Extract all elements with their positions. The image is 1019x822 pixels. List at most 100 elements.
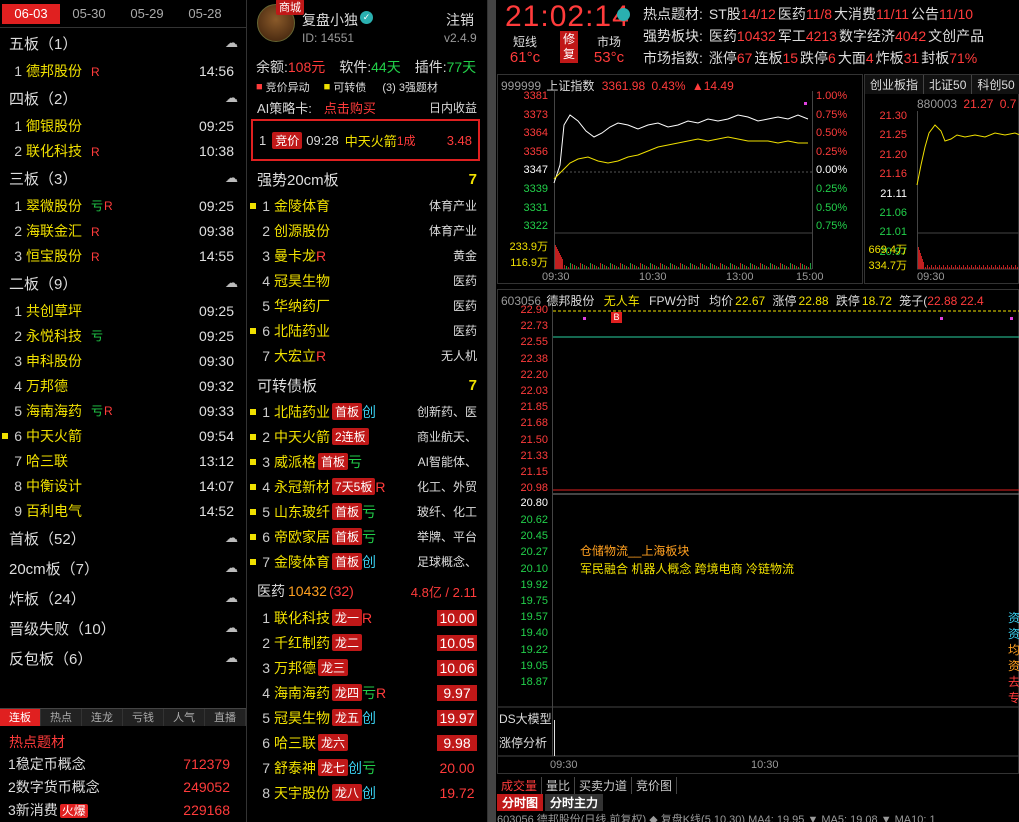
stock-category: 举牌、平台 [416,530,477,544]
left-tab-5[interactable]: 直播 [205,709,246,726]
list-item[interactable]: 5 山东玻纤 首板亏玻纤、化工 [248,499,487,524]
list-item[interactable]: 3 威派格 首板亏 AI智能体、 [248,449,487,474]
cloud-icon[interactable]: ☁ [225,90,238,106]
list-item[interactable]: 1 共创草坪 09:25 [0,298,246,323]
chart-mode-tab-1[interactable]: 分时主力 [545,794,604,811]
cloud-icon[interactable]: ☁ [225,170,238,186]
indicator-tab-2[interactable]: 买卖力道 [575,776,633,794]
cloud-icon[interactable]: ☁ [225,560,238,576]
date-tab-0603[interactable]: 06-03 [2,3,60,24]
list-item[interactable]: 8 中衡设计 14:07 [0,473,246,498]
list-item[interactable]: 9 百利电气 14:52 [0,498,246,523]
list-item[interactable]: 1 金陵体育 体育产业 [248,193,487,218]
cloud-icon[interactable]: ☁ [225,590,238,606]
y-label: 21.11 [880,187,907,200]
ai-buy-link[interactable]: 点击购买 [324,98,376,117]
list-item[interactable]: 6 北陆药业 医药 [248,318,487,343]
limit-analysis-button[interactable]: 涨停分析 [499,734,548,751]
ds-model-button[interactable]: DS大模型 [499,710,552,727]
list-item[interactable]: 3 恒宝股份 R 14:55 [0,243,246,268]
volume-bar [941,267,942,269]
info-label: 强势板块: [643,28,703,44]
chart-mode-tab-0[interactable]: 分时图 [497,794,544,811]
group-header[interactable]: 二板（9） ☁ [0,268,246,298]
left-tab-0[interactable]: 连板 [0,709,41,726]
list-item[interactable]: 2 中天火箭 2连板 商业航天、 [248,424,487,449]
group-header[interactable]: 五板（1） ☁ [0,28,246,58]
list-item[interactable]: 6 中天火箭 09:54 [0,423,246,448]
list-item[interactable]: 5 冠昊生物 龙五创 19.97 [248,705,487,730]
hot-topic-row[interactable]: 2数字货币概念 249052 [0,775,246,798]
left-tab-2[interactable]: 连龙 [82,709,123,726]
date-tab-0528[interactable]: 05-28 [176,4,234,24]
index-chart[interactable]: 999999 上证指数 3361.98 0.43% ▲14.49 3381 337… [497,74,863,284]
list-item[interactable]: 5 海南海药 亏R 09:33 [0,398,246,423]
section-convertible-header: 可转债板 7 [248,371,487,399]
shop-badge[interactable]: 商城 [276,0,304,15]
date-tab-0530[interactable]: 05-30 [60,4,118,24]
cloud-icon[interactable]: ☁ [225,275,238,291]
volume-bar [802,264,803,269]
row-index: 1 [14,62,22,79]
indicator-tab-3[interactable]: 竞价图 [632,776,678,794]
group-header[interactable]: 反包板（6） ☁ [0,643,246,673]
list-item[interactable]: 1 御银股份 09:25 [0,113,246,138]
logout-button[interactable]: 注销 [446,10,474,30]
ai-card-row[interactable]: 1 竞价 09:28 中天火箭 1成 3.48 [251,119,480,161]
list-item[interactable]: 7 金陵体育 首板创足球概念、 [248,549,487,574]
cloud-icon[interactable]: ☁ [225,650,238,666]
stock-y-label: 22.03 [520,385,548,397]
hot-topic-row[interactable]: 1稳定币概念 712379 [0,752,246,775]
group-header[interactable]: 四板（2） ☁ [0,83,246,113]
volume-bar [768,267,769,269]
indicator-tab-0[interactable]: 成交量 [497,776,543,794]
list-item[interactable]: 3 申科股份 09:30 [0,348,246,373]
list-item[interactable]: 4 冠昊生物 医药 [248,268,487,293]
group-header[interactable]: 首板（52） ☁ [0,523,246,553]
indicator-tab-1[interactable]: 量比 [542,776,576,794]
list-item[interactable]: 2 千红制药 龙二 10.05 [248,630,487,655]
list-item[interactable]: 2 海联金汇 R 09:38 [0,218,246,243]
list-item[interactable]: 2 创源股份 体育产业 [248,218,487,243]
list-item[interactable]: 4 永冠新材 7天5板 R 化工、外贸 [248,474,487,499]
group-header[interactable]: 晋级失败（10） ☁ [0,613,246,643]
list-item[interactable]: 1 德邦股份 R 14:56 [0,58,246,83]
group-header[interactable]: 20cm板（7） ☁ [0,553,246,583]
list-item[interactable]: 4 海南海药 龙四亏 R 9.97 [248,680,487,705]
left-tab-4[interactable]: 人气 [164,709,205,726]
volume-bar [672,264,673,269]
list-item[interactable]: 8 天宇股份 龙八创 19.72 [248,780,487,805]
list-item[interactable]: 6 帝欧家居 首板亏举牌、平台 [248,524,487,549]
stock-chart[interactable]: 603056 德邦股份 无人车 FPW分时 均价 22.67 涨停 22.88 跌停… [497,289,1019,774]
volume-bar [935,265,936,269]
volume-bar [590,263,591,269]
list-item[interactable]: 5 华纳药厂 医药 [248,293,487,318]
cloud-icon[interactable]: ☁ [225,620,238,636]
mid-scrollbar[interactable] [488,0,496,822]
left-tab-1[interactable]: 热点 [41,709,82,726]
list-item[interactable]: 4 万邦德 09:32 [0,373,246,398]
group-header[interactable]: 炸板（24） ☁ [0,583,246,613]
date-tab-0529[interactable]: 05-29 [118,4,176,24]
volume-bar [668,267,669,269]
list-item[interactable]: 7 大宏立 R 无人机 [248,343,487,368]
left-tab-3[interactable]: 亏钱 [123,709,164,726]
stock-y-label: 19.92 [520,578,548,591]
list-item[interactable]: 7 哈三联 13:12 [0,448,246,473]
list-item[interactable]: 6 哈三联 龙六 9.98 [248,730,487,755]
list-item[interactable]: 3 曼卡龙 R 黄金 [248,243,487,268]
list-item[interactable]: 2 联化科技 R 10:38 [0,138,246,163]
group-header[interactable]: 三板（3） ☁ [0,163,246,193]
list-item[interactable]: 3 万邦德 龙三 10.06 [248,655,487,680]
list-item[interactable]: 1 翠微股份 亏R 09:25 [0,193,246,218]
side-index-chart[interactable]: 创业板指 北证50 科创50 880003 21.27 0.7 21.30 21.25… [864,74,1019,284]
list-item[interactable]: 1 联化科技 龙一 R 10.00 [248,605,487,630]
list-item[interactable]: 2 永悦科技亏 09:25 [0,323,246,348]
list-item[interactable]: 1 北陆药业 首板创创新药、医 [248,399,487,424]
cloud-icon[interactable]: ☁ [225,35,238,51]
list-item[interactable]: 7 舒泰神 龙七创亏 20.00 [248,755,487,780]
cloud-icon[interactable]: ☁ [225,530,238,546]
hot-topic-row[interactable]: 3新消费 火爆 229168 [0,798,246,821]
volume-bar [626,266,627,269]
buy-marker[interactable]: B [611,312,622,323]
